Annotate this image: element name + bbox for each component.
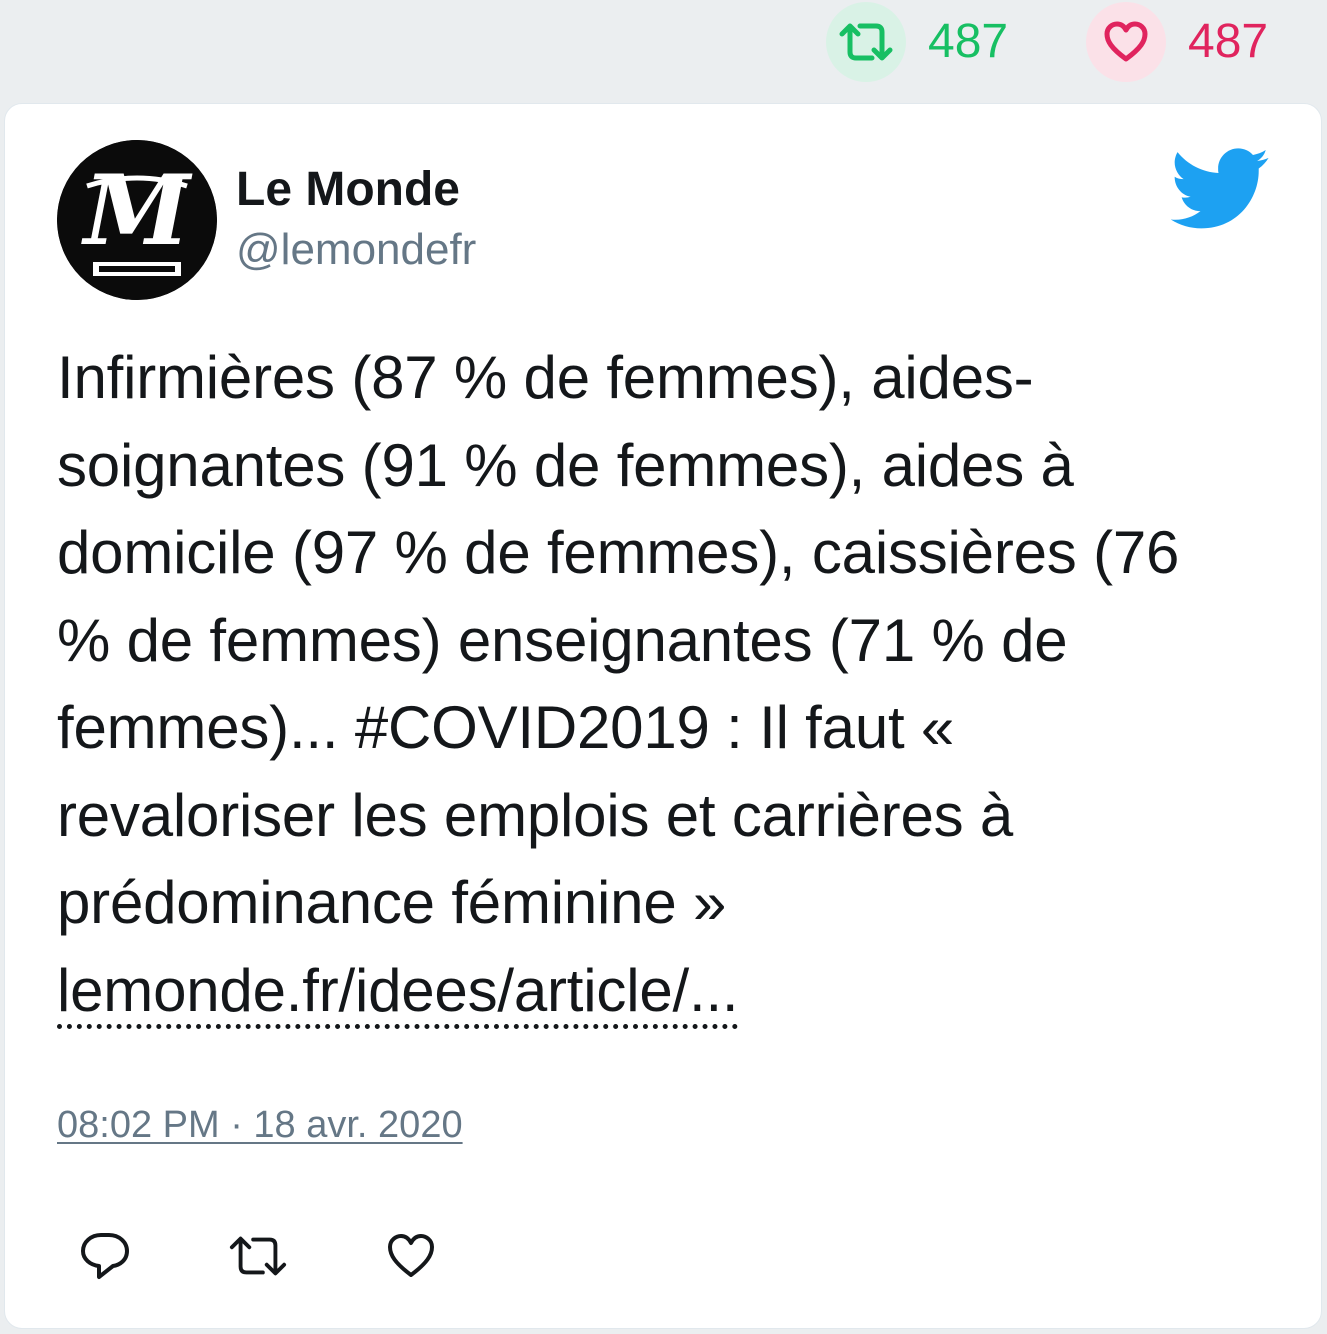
- tweet-timestamp[interactable]: 08:02 PM · 18 avr. 2020: [57, 1104, 463, 1147]
- like-button[interactable]: [381, 1226, 441, 1286]
- like-count: 487: [1188, 15, 1269, 68]
- retweet-stat[interactable]: 487: [826, 0, 1008, 84]
- author-handle[interactable]: @lemondefr: [236, 225, 476, 274]
- retweet-count: 487: [928, 15, 1009, 68]
- tweet-link[interactable]: lemonde.fr/idees/article/...: [57, 956, 739, 1029]
- svg-text:M: M: [81, 154, 193, 267]
- avatar[interactable]: M: [57, 140, 217, 300]
- tweet-body: Infirmières (87 % de femmes), aides-soig…: [57, 344, 1180, 936]
- like-icon: [388, 1234, 434, 1277]
- tweet-text: Infirmières (87 % de femmes), aides-soig…: [57, 334, 1247, 1034]
- retweet-button[interactable]: [228, 1226, 288, 1286]
- reply-icon: [81, 1233, 129, 1279]
- twitter-bird-icon[interactable]: [1170, 148, 1271, 230]
- author-name[interactable]: Le Monde: [236, 163, 460, 217]
- engagement-bar: 487 487: [0, 0, 1327, 100]
- le-monde-logo: M: [57, 140, 217, 300]
- retweet-icon: [229, 1236, 287, 1276]
- reply-button[interactable]: [75, 1226, 135, 1286]
- retweet-icon: [826, 2, 906, 82]
- tweet-actions: [75, 1226, 534, 1286]
- like-stat[interactable]: 487: [1086, 0, 1268, 84]
- heart-icon: [1086, 2, 1166, 82]
- tweet-card: M Le Monde @lemondefr Infirmières (87 % …: [4, 103, 1322, 1329]
